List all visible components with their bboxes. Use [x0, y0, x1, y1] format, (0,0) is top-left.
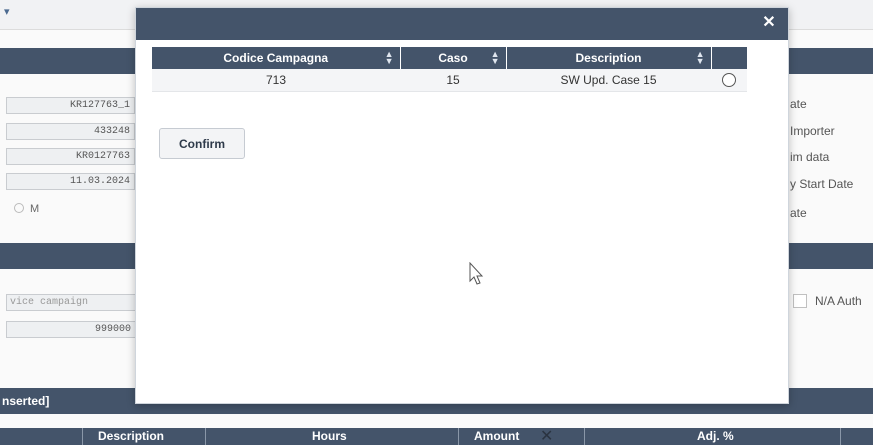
right-label-3: im data — [790, 150, 830, 164]
cell-select — [711, 69, 747, 92]
campaign-grid: Codice Campagna ▲ ▼ Caso ▲ ▼ Description ▲… — [152, 47, 747, 92]
row-select-radio[interactable] — [722, 73, 736, 88]
right-label-4: y Start Date — [790, 177, 854, 191]
field-3[interactable]: KR0127763 — [6, 148, 135, 165]
radio-label: M — [30, 203, 40, 215]
col-label: Caso — [438, 51, 468, 65]
col-label: Codice Campagna — [223, 51, 329, 65]
service-campaign-value[interactable]: 999000 — [6, 321, 136, 338]
mouse-cursor-icon — [469, 262, 484, 285]
cell-codice-campagna: 713 — [152, 69, 400, 92]
col-separator — [584, 428, 585, 445]
na-auth-label: N/A Auth — [815, 294, 862, 308]
col-separator — [205, 428, 206, 445]
col-header-codice-campagna[interactable]: Codice Campagna ▲ ▼ — [152, 47, 401, 69]
radio-icon — [14, 203, 24, 213]
confirm-button[interactable]: Confirm — [159, 128, 245, 159]
cell-caso: 15 — [400, 69, 506, 92]
sort-icon[interactable]: ▲ ▼ — [696, 50, 705, 66]
col-separator — [82, 428, 83, 445]
radio-option-m[interactable]: M — [14, 203, 39, 215]
right-label-1: ate — [790, 97, 807, 111]
dialog-titlebar: ✕ — [136, 8, 788, 40]
col-hours[interactable]: Hours — [312, 429, 347, 443]
chevron-icon[interactable]: ▾ — [4, 5, 10, 18]
col-description[interactable]: Description — [98, 429, 164, 443]
checkbox-icon — [793, 294, 807, 308]
col-header-caso[interactable]: Caso ▲ ▼ — [400, 47, 507, 69]
col-header-description[interactable]: Description ▲ ▼ — [506, 47, 712, 69]
close-icon[interactable]: ✕ — [760, 14, 778, 32]
cell-description: SW Upd. Case 15 — [506, 69, 711, 92]
col-separator — [458, 428, 459, 445]
table-row[interactable]: 713 15 SW Upd. Case 15 — [152, 69, 747, 92]
field-2[interactable]: 433248 — [6, 123, 135, 140]
section-inserted-label: nserted] — [2, 394, 50, 408]
col-adj[interactable]: Adj. % — [697, 429, 734, 443]
sort-icon[interactable]: ▲ ▼ — [491, 50, 500, 66]
campaign-selection-dialog: ✕ Codice Campagna ▲ ▼ Caso ▲ ▼ Description… — [135, 7, 789, 404]
col-amount[interactable]: Amount — [474, 429, 519, 443]
right-label-5: ate — [790, 206, 807, 220]
service-campaign-field[interactable]: vice campaign — [6, 294, 136, 311]
na-auth-checkbox[interactable]: N/A Auth — [793, 294, 862, 308]
field-4[interactable]: 11.03.2024 — [6, 173, 135, 190]
col-header-select — [711, 47, 747, 69]
delete-icon[interactable]: ✕ — [540, 426, 553, 445]
right-label-2: Importer — [790, 124, 835, 138]
sort-icon[interactable]: ▲ ▼ — [385, 50, 394, 66]
col-label: Description — [575, 51, 642, 65]
background-table-header: Description Hours Amount ✕ Adj. % — [0, 428, 873, 445]
col-separator — [840, 428, 841, 445]
field-1[interactable]: KR127763_1 — [6, 97, 135, 114]
